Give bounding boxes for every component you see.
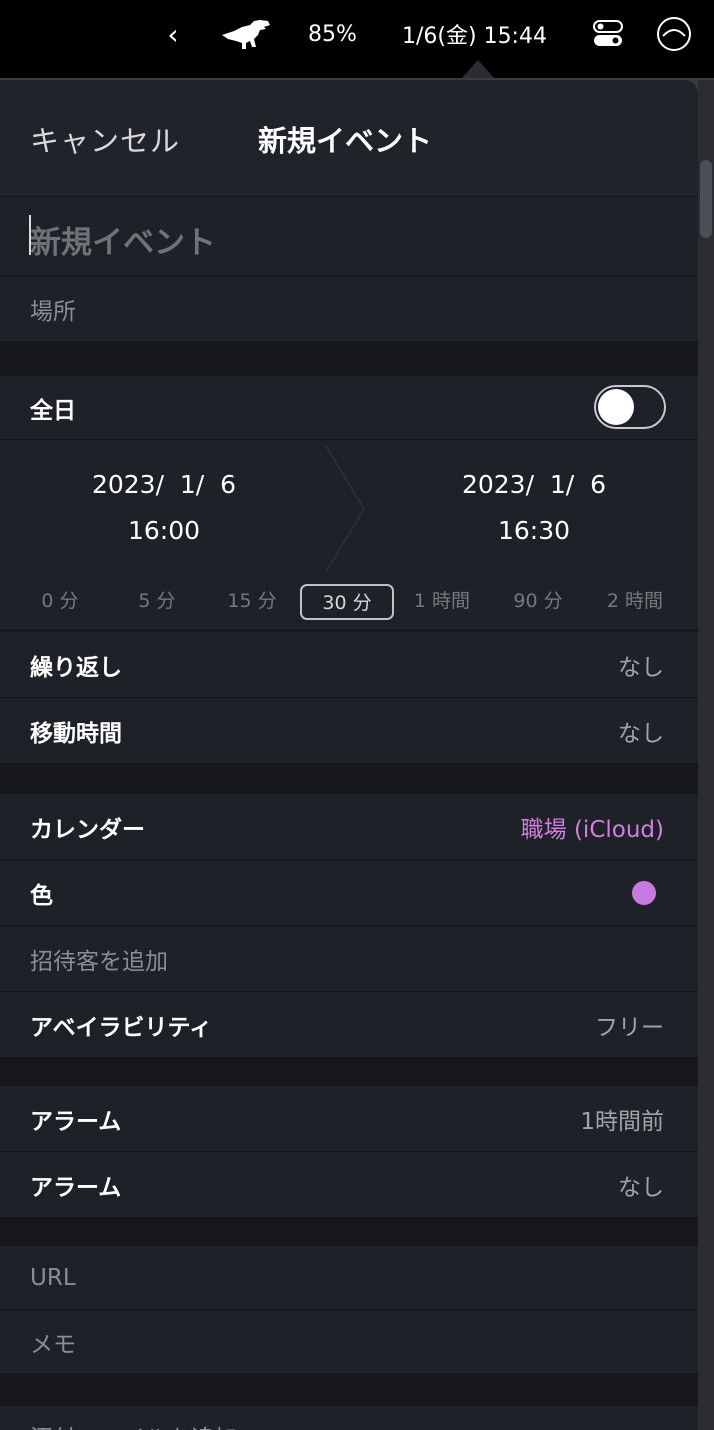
location-placeholder: 場所 (30, 298, 76, 325)
section-divider (0, 342, 698, 376)
chevron-separator-icon (325, 446, 366, 572)
calendar-row[interactable]: カレンダー 職場 (iCloud) (0, 794, 698, 860)
attachment-row[interactable]: 添付ファイルを追加 (0, 1406, 698, 1430)
section-divider (0, 764, 698, 794)
popover-header: キャンセル 新規イベント (0, 80, 698, 196)
alarm-label: アラーム (30, 1174, 122, 1201)
end-time[interactable]: 16:30 (394, 508, 674, 554)
menu-bar: ‹ 85% 1/6(金) 15:44 (0, 0, 714, 68)
invitees-field[interactable]: 招待客を追加 (0, 926, 698, 992)
memo-placeholder: メモ (30, 1331, 76, 1358)
battery-percentage[interactable]: 85% (308, 0, 357, 68)
availability-row[interactable]: アベイラビリティ フリー (0, 992, 698, 1058)
all-day-row: 全日 (0, 376, 698, 440)
popover-arrow (462, 60, 494, 78)
date-range: 2023/ 1/ 6 16:00 2023/ 1/ 6 16:30 (0, 440, 698, 578)
chevron-left-icon[interactable]: ‹ (160, 0, 186, 68)
start-time[interactable]: 16:00 (24, 508, 304, 554)
travel-time-label: 移動時間 (30, 720, 122, 747)
popover-title: 新規イベント (258, 124, 433, 158)
toggle-knob (598, 389, 634, 425)
duration-option[interactable]: 1 時間 (395, 584, 489, 620)
all-day-label: 全日 (30, 397, 76, 424)
start-datetime[interactable]: 2023/ 1/ 6 16:00 (24, 462, 304, 554)
menu-bar-clock[interactable]: 1/6(金) 15:44 (402, 0, 547, 68)
alarm-value[interactable]: 1時間前 (580, 1102, 664, 1136)
travel-time-value[interactable]: なし (618, 714, 664, 748)
calendar-label: カレンダー (30, 816, 145, 843)
color-swatch[interactable] (632, 881, 656, 905)
alarm-row[interactable]: アラーム なし (0, 1152, 698, 1218)
duration-option[interactable]: 90 分 (491, 584, 585, 620)
color-label: 色 (30, 882, 53, 909)
repeat-label: 繰り返し (30, 654, 122, 681)
duration-option[interactable]: 0 分 (13, 584, 107, 620)
control-center-icon[interactable] (590, 0, 626, 68)
duration-option[interactable]: 15 分 (205, 584, 299, 620)
duration-option[interactable]: 2 時間 (588, 584, 682, 620)
scrollbar-thumb[interactable] (700, 160, 712, 238)
section-divider (0, 1218, 698, 1246)
alarm-row[interactable]: アラーム 1時間前 (0, 1086, 698, 1152)
location-field[interactable]: 場所 (0, 276, 698, 342)
url-field[interactable]: URL (0, 1246, 698, 1310)
invitees-placeholder: 招待客を追加 (30, 948, 168, 975)
event-title-placeholder: 新規イベント (30, 225, 216, 261)
repeat-row[interactable]: 繰り返し なし (0, 632, 698, 698)
new-event-popover: キャンセル 新規イベント 新規イベント 場所 全日 2023/ 1/ 6 16:… (0, 80, 698, 1430)
memo-field[interactable]: メモ (0, 1310, 698, 1374)
attachment-label: 添付ファイルを追加 (30, 1419, 237, 1430)
travel-time-row[interactable]: 移動時間 なし (0, 698, 698, 764)
alarm-label: アラーム (30, 1108, 122, 1135)
section-divider (0, 1058, 698, 1086)
section-divider (0, 1374, 698, 1406)
dinosaur-icon[interactable] (220, 0, 274, 68)
repeat-value[interactable]: なし (618, 648, 664, 682)
cancel-button[interactable]: キャンセル (30, 118, 180, 160)
availability-value[interactable]: フリー (595, 1008, 664, 1042)
end-datetime[interactable]: 2023/ 1/ 6 16:30 (394, 462, 674, 554)
event-title-input[interactable]: 新規イベント (0, 196, 698, 276)
all-day-toggle[interactable] (594, 385, 666, 429)
alarm-value[interactable]: なし (618, 1168, 664, 1202)
duration-option[interactable]: 5 分 (110, 584, 204, 620)
siri-icon[interactable] (654, 0, 694, 68)
duration-selector: 0 分 5 分 15 分 30 分 1 時間 90 分 2 時間 (0, 578, 698, 630)
end-date[interactable]: 2023/ 1/ 6 (394, 462, 674, 508)
url-placeholder: URL (30, 1264, 76, 1291)
calendar-value[interactable]: 職場 (iCloud) (521, 810, 664, 844)
availability-label: アベイラビリティ (30, 1014, 213, 1041)
scrollbar-track[interactable] (698, 80, 714, 1430)
start-date[interactable]: 2023/ 1/ 6 (24, 462, 304, 508)
color-row[interactable]: 色 (0, 860, 698, 926)
text-caret (29, 215, 31, 255)
duration-option-selected[interactable]: 30 分 (300, 584, 394, 620)
